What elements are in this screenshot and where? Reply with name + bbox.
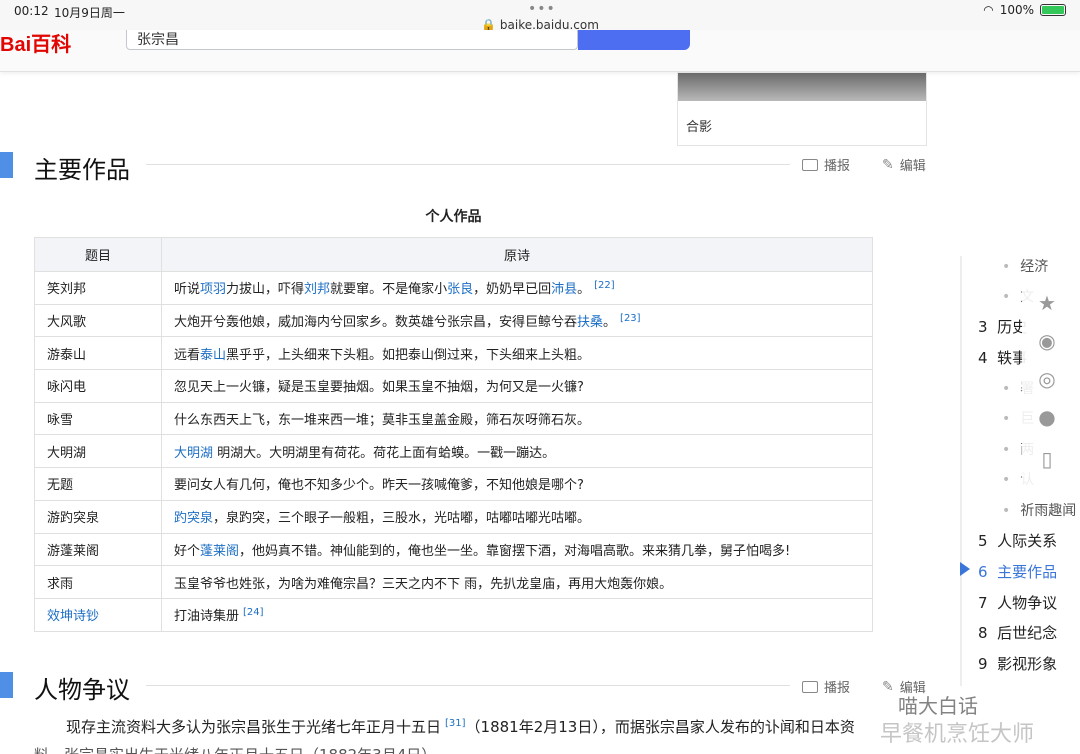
battery-icon	[1040, 4, 1066, 16]
table-row: 求雨 玉皇爷爷也姓张，为啥为难俺宗昌？三天之内不下 雨，先扒龙皇庙，再用大炮轰你…	[34, 565, 873, 599]
section-marker	[0, 672, 13, 698]
toc-item[interactable]: 9 影视形象	[978, 653, 1057, 674]
link-peixian[interactable]: 沛县	[551, 282, 577, 297]
search-input[interactable]: 张宗昌	[126, 30, 578, 50]
row-title: 求雨	[34, 565, 162, 599]
qq-icon[interactable]: ●	[1034, 404, 1060, 430]
pencil-icon: ✎	[882, 156, 894, 173]
row-poem: 大炮开兮轰他娘，威加海内兮回家乡。数英雄兮张宗昌，安得巨鲸兮吞扶桑。 [23]	[161, 303, 873, 338]
baidu-baike-logo[interactable]: Bai百科	[0, 30, 71, 57]
table-row: 效坤诗钞 打油诗集册 [24]	[34, 597, 873, 632]
table-row: 咏雪 什么东西天上飞，东一堆来西一堆；莫非玉皇盖金殿，筛石灰呀筛石灰。	[34, 401, 873, 436]
row-poem: 忽见天上一火镰，疑是玉皇要抽烟。如果玉皇不抽烟，为何又是一火镰?	[161, 369, 873, 403]
works-table: 题目 原诗 笑刘邦 听说项羽力拔山，吓得刘邦就要窜。不是俺家小张良，奶奶早已回沛…	[34, 237, 873, 632]
photo-image[interactable]	[678, 73, 926, 101]
reference-link[interactable]: [23]	[620, 313, 641, 324]
link-zhangliang[interactable]: 张良	[447, 282, 473, 297]
play-button[interactable]: 播报	[802, 677, 850, 696]
section-divider	[146, 685, 790, 686]
toc-item[interactable]: 经济	[1002, 256, 1048, 276]
link-penglaige[interactable]: 蓬莱阁	[200, 544, 239, 559]
row-title: 游泰山	[34, 336, 162, 371]
link-baotuquan[interactable]: 趵突泉	[174, 511, 213, 526]
column-header-title: 题目	[34, 237, 162, 272]
pencil-icon: ✎	[882, 678, 894, 695]
table-row: 大明湖 大明湖 明湖大。大明湖里有荷花。荷花上面有蛤蟆。一戳一蹦达。	[34, 434, 873, 469]
row-title-link[interactable]: 效坤诗钞	[34, 597, 162, 632]
toc-item[interactable]: 7 人物争议	[978, 592, 1057, 613]
section-marker	[0, 152, 13, 178]
section-divider	[146, 164, 790, 165]
link-fusang[interactable]: 扶桑	[577, 315, 603, 330]
row-poem: 要问女人有几何，俺也不知多少个。昨天一孩喊俺爹，不知他娘是哪个?	[161, 467, 873, 501]
row-title: 咏雪	[34, 401, 162, 436]
toc-item[interactable]: 4 轶事	[978, 347, 1027, 368]
wifi-icon: ◠	[983, 3, 994, 17]
wechat-icon[interactable]: ◎	[1034, 366, 1060, 392]
link-taishan[interactable]: 泰山	[200, 348, 226, 363]
section-title-controversy: 人物争议	[34, 676, 130, 704]
toc-item[interactable]: 8 后世纪念	[978, 622, 1057, 643]
row-poem: 趵突泉，泉趵突，三个眼子一般粗，三股水，光咕嘟，咕嘟咕嘟光咕嘟。	[161, 499, 873, 534]
watermark-text-2: 早餐机烹饪大师	[880, 722, 1035, 747]
row-poem: 什么东西天上飞，东一堆来西一堆；莫非玉皇盖金殿，筛石灰呀筛石灰。	[161, 401, 873, 436]
link-xiangyu[interactable]: 项羽	[200, 282, 226, 297]
toc-active-arrow-icon	[960, 562, 970, 576]
toc-item[interactable]: 5 人际关系	[978, 530, 1057, 551]
speaker-icon	[802, 158, 818, 171]
weibo-icon[interactable]: ◉	[1034, 328, 1060, 354]
table-row: 咏闪电 忽见天上一火镰，疑是玉皇要抽烟。如果玉皇不抽烟，为何又是一火镰?	[34, 369, 873, 403]
baike-header: Bai百科 张宗昌	[0, 30, 1080, 72]
link-liubang[interactable]: 刘邦	[304, 282, 330, 297]
battery-percent: 100%	[999, 3, 1034, 17]
row-poem: 打油诗集册 [24]	[161, 597, 873, 632]
row-poem: 大明湖 明湖大。大明湖里有荷花。荷花上面有蛤蟆。一戳一蹦达。	[161, 434, 873, 469]
row-title: 游蓬莱阁	[34, 532, 162, 567]
row-poem: 好个蓬莱阁，他妈真不错。神仙能到的，俺也坐一坐。靠窗摆下酒，对海唱高歌。来来猜几…	[161, 532, 873, 567]
speaker-icon	[802, 680, 818, 693]
share-toolbar: ★ ◉ ◎ ● ▯	[1022, 280, 1074, 490]
section-title-works: 主要作品	[34, 156, 130, 184]
row-title: 游趵突泉	[34, 499, 162, 534]
row-title: 无题	[34, 467, 162, 501]
toc-item-active[interactable]: 6 主要作品	[978, 561, 1057, 582]
status-time: 00:12	[14, 4, 49, 18]
row-title: 大风歌	[34, 303, 162, 338]
table-row: 游蓬莱阁 好个蓬莱阁，他妈真不错。神仙能到的，俺也坐一坐。靠窗摆下酒，对海唱高歌…	[34, 532, 873, 567]
search-button[interactable]	[578, 30, 690, 50]
status-right: ◠ 100%	[983, 3, 1066, 17]
row-title: 大明湖	[34, 434, 162, 469]
more-dots-icon[interactable]: •••	[528, 1, 556, 17]
toc-item[interactable]: 3 历史	[978, 316, 1027, 337]
table-row: 大风歌 大炮开兮轰他娘，威加海内兮回家乡。数英雄兮张宗昌，安得巨鲸兮吞扶桑。 [2…	[34, 303, 873, 338]
table-caption: 个人作品	[425, 209, 482, 225]
row-poem: 听说项羽力拔山，吓得刘邦就要窜。不是俺家小张良，奶奶早已回沛县。 [22]	[161, 271, 873, 305]
toc-item[interactable]: 祈雨趣闻	[1002, 500, 1076, 520]
column-header-poem: 原诗	[161, 237, 873, 272]
table-row: 无题 要问女人有几何，俺也不知多少个。昨天一孩喊俺爹，不知他娘是哪个?	[34, 467, 873, 501]
table-row: 笑刘邦 听说项羽力拔山，吓得刘邦就要窜。不是俺家小张良，奶奶早已回沛县。 [22]	[34, 271, 873, 305]
row-poem: 远看泰山黑乎乎，上头细来下头粗。如把泰山倒过来，下头细来上头粗。	[161, 336, 873, 371]
reference-link[interactable]: [31]	[445, 718, 466, 729]
edit-button[interactable]: ✎ 编辑	[882, 155, 926, 175]
row-poem: 玉皇爷爷也姓张，为啥为难俺宗昌？三天之内不下 雨，先扒龙皇庙，再用大炮轰你娘。	[161, 565, 873, 599]
photo-caption: 合影	[686, 120, 713, 135]
photo-card[interactable]: 合影	[677, 72, 927, 146]
row-title: 笑刘邦	[34, 271, 162, 305]
reference-link[interactable]: [24]	[243, 607, 264, 618]
watermark-text: 喵大白话	[898, 694, 978, 718]
table-row: 游泰山 远看泰山黑乎乎，上头细来下头粗。如把泰山倒过来，下头细来上头粗。	[34, 336, 873, 371]
body-paragraph: 现存主流资料大多认为张宗昌张生于光绪七年正月十五日 [31]（1881年2月13日…	[66, 718, 855, 736]
link-daminghu[interactable]: 大明湖	[174, 446, 213, 461]
row-title: 咏闪电	[34, 369, 162, 403]
play-button[interactable]: 播报	[802, 155, 850, 174]
table-row: 游趵突泉 趵突泉，泉趵突，三个眼子一般粗，三股水，光咕嘟，咕嘟咕嘟光咕嘟。	[34, 499, 873, 534]
body-paragraph-line2: 料，张宗昌实出生于光绪八年正月十五日（1882年3月4日）	[34, 744, 436, 754]
star-icon[interactable]: ★	[1034, 290, 1060, 316]
mobile-icon[interactable]: ▯	[1034, 446, 1060, 472]
reference-link[interactable]: [22]	[594, 280, 615, 291]
